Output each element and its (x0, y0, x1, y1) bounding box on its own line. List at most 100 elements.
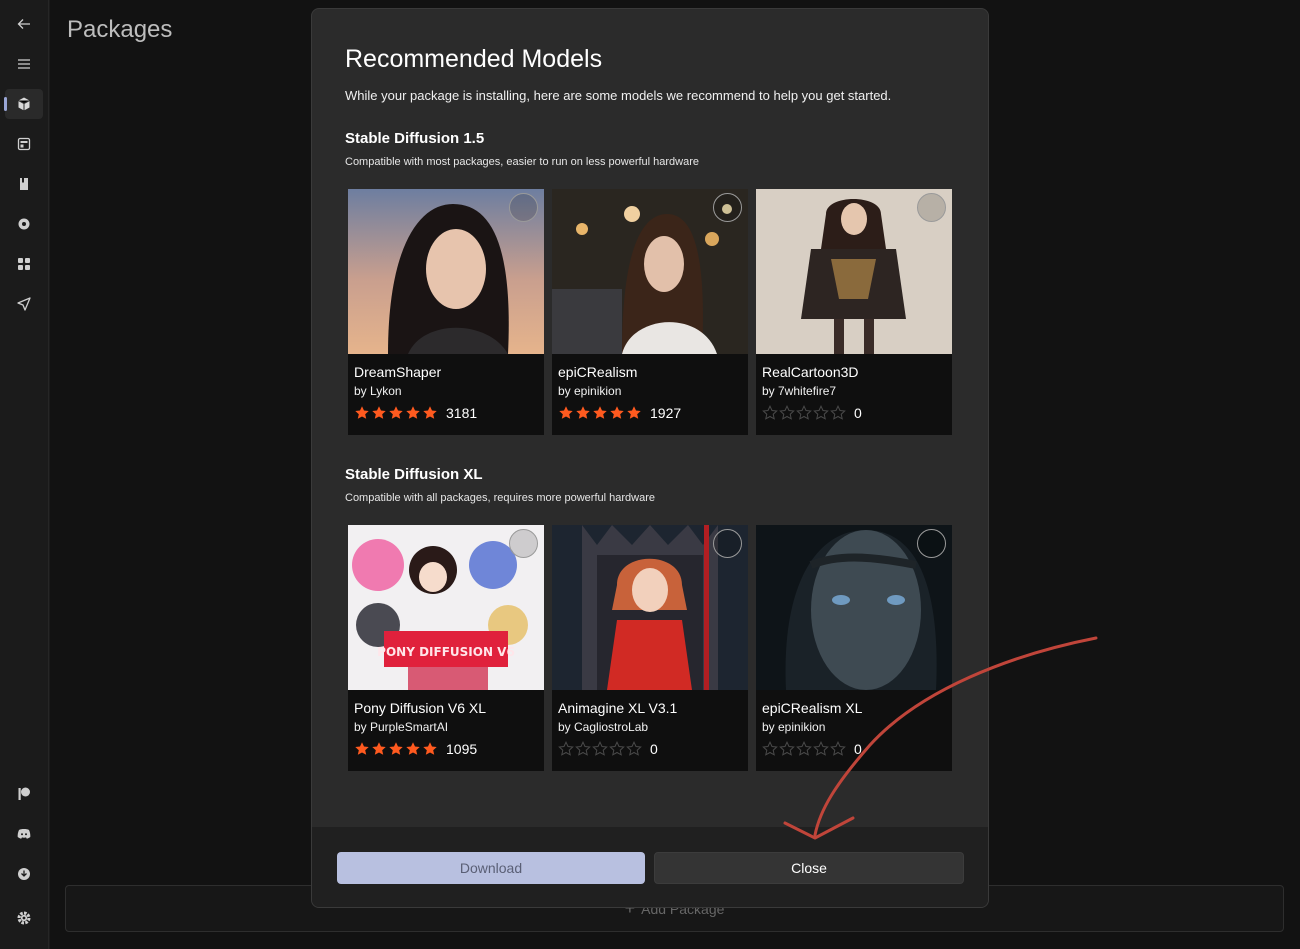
star-icon (796, 405, 812, 420)
model-author: by epinikion (762, 720, 826, 734)
model-author: by CagliostroLab (558, 720, 649, 734)
sidebar-item-packages[interactable] (4, 89, 43, 119)
discord-icon (17, 829, 31, 839)
star-icon (813, 741, 829, 756)
select-checkbox[interactable] (713, 193, 742, 222)
star-icon (559, 406, 573, 419)
select-checkbox[interactable] (917, 529, 946, 558)
sidebar-item-model-browser[interactable] (5, 209, 43, 239)
package-icon (18, 97, 30, 111)
star-icon (389, 742, 403, 755)
model-card-epicrealism-xl[interactable]: epiCRealism XL by epinikion 0 (756, 525, 952, 771)
patreon-icon (18, 787, 30, 800)
rating-stars (558, 741, 642, 757)
page-title: Packages (67, 16, 173, 43)
checkpoints-icon (20, 178, 28, 190)
select-checkbox[interactable] (509, 193, 538, 222)
star-icon (626, 741, 642, 756)
rating-stars (354, 741, 438, 757)
pony-diffusion-image-text: PONY DIFFUSION V6 (377, 645, 515, 659)
dialog-subtitle: While your package is installing, here a… (345, 88, 892, 103)
star-icon (406, 406, 420, 419)
recommended-models-dialog: Recommended Models While your package is… (311, 8, 989, 908)
model-card-animagine[interactable]: Animagine XL V3.1 by CagliostroLab 0 (552, 525, 748, 771)
back-button[interactable] (5, 9, 43, 39)
section-desc-sd15: Compatible with most packages, easier to… (345, 156, 700, 168)
model-name: epiCRealism (558, 364, 638, 380)
model-author: by Lykon (354, 384, 402, 398)
dialog-footer: Download Close (312, 827, 988, 907)
downloads-button[interactable] (5, 859, 43, 889)
sidebar-item-checkpoints[interactable] (5, 169, 43, 199)
model-card-dreamshaper[interactable]: DreamShaper by Lykon 3181 (348, 189, 544, 435)
model-name: DreamShaper (354, 364, 442, 380)
download-icon (18, 868, 30, 880)
select-checkbox[interactable] (917, 193, 946, 222)
section-title-sdxl: Stable Diffusion XL (345, 466, 483, 483)
select-checkbox[interactable] (509, 529, 538, 558)
model-author: by 7whitefire7 (762, 384, 837, 398)
star-icon (576, 406, 590, 419)
star-icon (609, 741, 625, 756)
model-card-epicrealism[interactable]: epiCRealism by epinikion 1927 (552, 189, 748, 435)
star-icon (779, 405, 795, 420)
download-button[interactable]: Download (337, 852, 645, 884)
model-card-realcartoon3d[interactable]: RealCartoon3D by 7whitefire7 0 (756, 189, 952, 435)
model-name: RealCartoon3D (762, 364, 859, 380)
star-icon (575, 741, 591, 756)
star-icon (830, 405, 846, 420)
rating-count: 1927 (650, 405, 682, 421)
model-card-pony-diffusion[interactable]: PONY DIFFUSION V6 Pony Diffusion V6 XL b… (348, 525, 544, 771)
rating-count: 0 (650, 741, 658, 757)
rating-count: 0 (854, 405, 862, 421)
select-checkbox[interactable] (713, 529, 742, 558)
model-author: by PurpleSmartAI (354, 720, 449, 734)
rating-stars (558, 405, 642, 421)
sidebar-item-send[interactable] (5, 289, 43, 319)
star-icon (627, 406, 641, 419)
star-icon (355, 742, 369, 755)
rating-count: 0 (854, 741, 862, 757)
workflows-icon (18, 258, 30, 270)
star-icon (610, 406, 624, 419)
model-name: epiCRealism XL (762, 700, 863, 716)
sidebar-item-inference[interactable] (5, 129, 43, 159)
star-icon (779, 741, 795, 756)
menu-icon (18, 59, 30, 69)
star-icon (372, 742, 386, 755)
settings-icon (17, 911, 31, 925)
rating-stars (762, 405, 846, 421)
patreon-link[interactable] (5, 779, 43, 809)
rating-count: 3181 (446, 405, 478, 421)
send-icon (17, 297, 31, 311)
star-icon (830, 741, 846, 756)
model-name: Animagine XL V3.1 (558, 700, 678, 716)
star-icon (592, 741, 608, 756)
star-icon (372, 406, 386, 419)
model-author: by epinikion (558, 384, 622, 398)
settings-button[interactable] (5, 903, 43, 933)
dialog-title: Recommended Models (345, 45, 603, 73)
discord-link[interactable] (5, 819, 43, 849)
back-arrow-icon (17, 19, 30, 29)
sidebar-item-workflows[interactable] (5, 249, 43, 279)
model-browser-icon (18, 218, 30, 230)
rating-stars (762, 741, 846, 757)
star-icon (593, 406, 607, 419)
star-icon (423, 742, 437, 755)
rating-stars (354, 405, 438, 421)
close-button[interactable]: Close (654, 852, 964, 884)
star-icon (355, 406, 369, 419)
menu-button[interactable] (5, 49, 43, 79)
star-icon (762, 405, 778, 420)
sidebar (0, 0, 49, 949)
star-icon (796, 741, 812, 756)
model-name: Pony Diffusion V6 XL (354, 700, 487, 716)
section-desc-sdxl: Compatible with all packages, requires m… (345, 492, 655, 504)
star-icon (762, 741, 778, 756)
star-icon (389, 406, 403, 419)
star-icon (813, 405, 829, 420)
star-icon (406, 742, 420, 755)
section-title-sd15: Stable Diffusion 1.5 (345, 130, 485, 147)
rating-count: 1095 (446, 741, 478, 757)
